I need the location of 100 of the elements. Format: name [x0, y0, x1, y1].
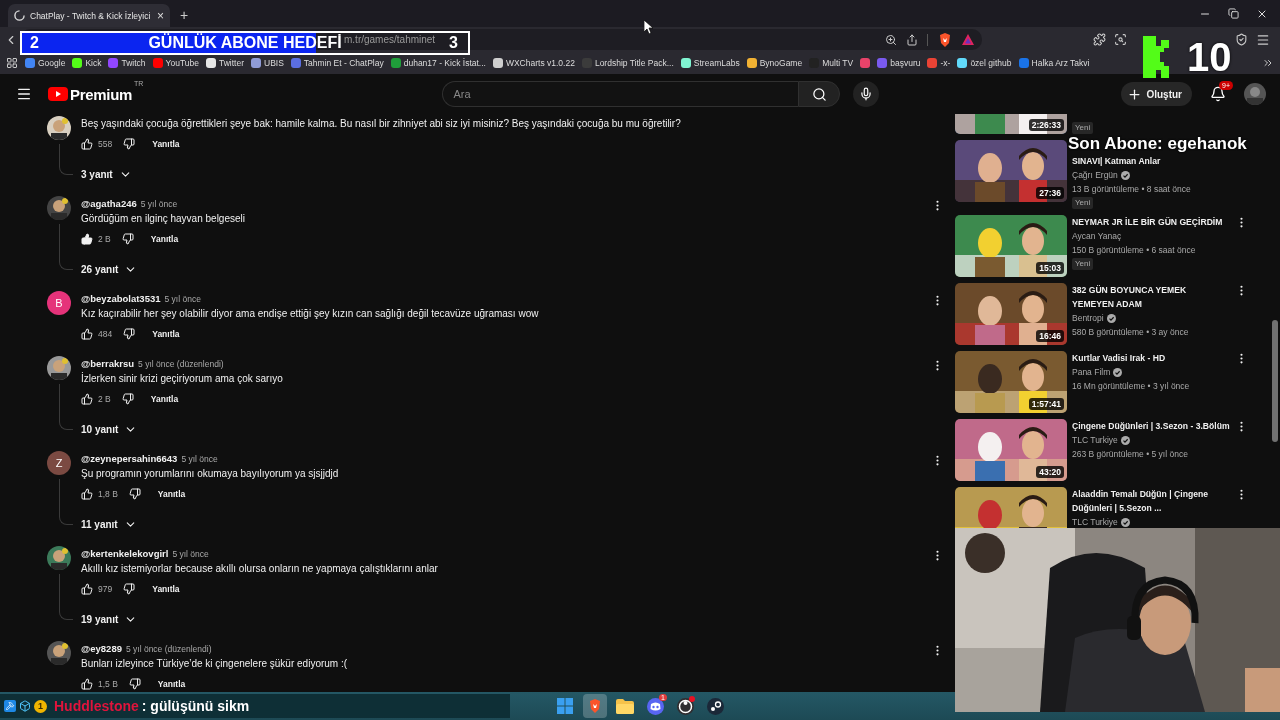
menu-icon[interactable] [16, 86, 32, 102]
video-title[interactable]: Alaaddin Temalı Düğün | Çingene Düğünleri | 5.Sezon ... [1072, 487, 1230, 515]
bookmark[interactable]: Google [25, 58, 66, 68]
replies-toggle[interactable]: 26 yanıt [81, 259, 138, 279]
reply-button[interactable]: Yanıtla [157, 679, 186, 689]
kick-count: 10 [1187, 37, 1232, 77]
bookmark[interactable] [860, 58, 871, 68]
plus-icon [1127, 86, 1143, 102]
reply-button[interactable]: Yanıtla [157, 489, 186, 499]
screen-search-icon[interactable] [1114, 33, 1127, 46]
share-icon[interactable] [906, 33, 918, 46]
like-count: 484 [98, 329, 113, 339]
like-count: 2 B [98, 394, 111, 404]
like-icon[interactable] [81, 393, 93, 405]
restore-icon[interactable] [1228, 7, 1239, 19]
comment-author[interactable]: @ey8289 [81, 643, 122, 654]
bookmark[interactable]: özel github [957, 58, 1012, 68]
comment-time: 5 yıl önce [181, 453, 218, 464]
like-icon[interactable] [81, 138, 93, 150]
dislike-icon[interactable] [128, 678, 141, 690]
replies-toggle[interactable]: 11 yanıt [81, 514, 137, 534]
comment-text: Bunları izleyince Türkiye’de ki çingenelere şükür ediyorum :( [81, 657, 349, 671]
dislike-icon[interactable] [123, 583, 136, 595]
bookmark[interactable]: Twitch [108, 58, 146, 68]
dislike-icon[interactable] [123, 138, 136, 150]
reply-button[interactable]: Yanıtla [150, 234, 179, 244]
more-bookmarks-icon[interactable] [1262, 57, 1274, 69]
video-title[interactable]: Çingene Düğünleri | 3.Sezon - 3.Bölüm [1072, 419, 1230, 433]
reply-button[interactable]: Yanıtla [150, 394, 179, 404]
new-tab-button[interactable]: + [180, 7, 189, 23]
bookmark[interactable]: YouTube [152, 58, 199, 68]
extensions-icon[interactable] [1093, 33, 1106, 46]
cursor-icon [644, 20, 654, 34]
bookmark[interactable]: duhan17 - Kick İstat... [390, 58, 486, 68]
bookmark[interactable]: Lordship Title Pack... [581, 58, 674, 68]
browser-tab[interactable]: ChatPlay - Twitch & Kick İzleyici × [8, 4, 170, 27]
channel-name[interactable]: Çağrı Ergün [1072, 168, 1118, 182]
chat-username: Huddlestone [54, 698, 139, 714]
comment-author[interactable]: @beyzabolat3531 [81, 293, 161, 304]
triangle-icon[interactable] [962, 34, 974, 45]
bookmark[interactable]: Tahmin Et - ChatPlay [290, 58, 384, 68]
chat-message: : gülüşünü sikm [141, 698, 250, 714]
user-avatar[interactable]: Z [47, 451, 71, 475]
channel-name[interactable]: TLC Turkiye [1072, 433, 1118, 447]
like-icon[interactable] [81, 678, 93, 690]
dislike-icon[interactable] [121, 233, 134, 245]
bookmark[interactable]: StreamLabs [680, 58, 740, 68]
user-avatar[interactable]: B [47, 291, 71, 315]
lion-shield-icon[interactable] [937, 31, 953, 48]
like-icon[interactable] [81, 233, 93, 245]
shield-icon[interactable] [1235, 33, 1248, 46]
comment-author[interactable]: @agatha246 [81, 198, 137, 209]
comment-text: Şu programın yorumlarını okumaya bayılıyorum ya sjsjjdjd [81, 467, 340, 481]
bookmark[interactable]: -x- [927, 58, 951, 68]
video-title[interactable]: 382 GÜN BOYUNCA YEMEK YEMEYEN ADAM [1072, 283, 1230, 311]
channel-name[interactable]: Aycan Yanaç [1072, 229, 1122, 243]
bookmark[interactable]: BynoGame [746, 58, 803, 68]
dislike-icon[interactable] [121, 393, 134, 405]
bookmark[interactable]: başvuru [877, 58, 921, 68]
video-title[interactable]: Kurtlar Vadisi Irak - HD [1072, 351, 1230, 365]
bookmark[interactable]: Twitter [206, 58, 244, 68]
comment-text: Beş yaşındaki çocuğa öğrettikleri şeye bak: hamile kalma. Bu nasıl bir zihniyet abi siz iyi misiniz? Beş yaşındaki çocuğa bu mu öğretilir? [81, 117, 682, 131]
dislike-icon[interactable] [123, 328, 136, 340]
microphone-button[interactable] [853, 81, 880, 107]
video-duration: 43:20 [1036, 466, 1064, 478]
replies-toggle[interactable]: 10 yanıt [81, 419, 138, 439]
bookmark[interactable]: UBIS [251, 58, 284, 68]
replies-toggle[interactable]: 19 yanıt [81, 609, 138, 629]
zoom-icon[interactable] [885, 33, 897, 46]
like-icon[interactable] [81, 488, 93, 500]
channel-name[interactable]: Bentropi [1072, 311, 1104, 325]
scrollbar[interactable] [1272, 320, 1278, 442]
bookmark[interactable]: WXCharts v1.0.22 [492, 58, 575, 68]
video-duration: 2:26:33 [1028, 119, 1064, 131]
reply-button[interactable]: Yanıtla [152, 329, 180, 339]
close-tab-button[interactable]: × [157, 8, 164, 23]
comment-time: 5 yıl önce [140, 198, 178, 209]
bookmark[interactable]: Kick [72, 58, 102, 68]
reply-button[interactable]: Yanıtla [152, 139, 180, 149]
replies-toggle[interactable]: 3 yanıt [81, 164, 132, 184]
video-title[interactable]: SINAVI| Katman Anlar [1072, 154, 1230, 168]
bookmark[interactable]: Halka Arz Takvi [1018, 58, 1090, 68]
comment-author[interactable]: @zeynepersahin6643 [81, 453, 178, 464]
like-icon[interactable] [81, 328, 93, 340]
channel-name[interactable]: TLC Turkiye [1072, 515, 1118, 529]
comment-author[interactable]: @kertenkelekovgirl [81, 548, 169, 559]
apps-icon[interactable] [6, 57, 18, 69]
create-button[interactable]: Oluştur [1121, 82, 1192, 106]
comment-author[interactable]: @berrakrsu [81, 358, 135, 369]
menu-icon[interactable] [1256, 32, 1270, 47]
video-title[interactable]: NEYMAR JR İLE BİR GÜN GEÇİRDİM [1072, 215, 1230, 229]
search-field[interactable]: Ara [442, 81, 799, 107]
reply-button[interactable]: Yanıtla [152, 584, 180, 594]
channel-name[interactable]: Pana Film [1072, 365, 1111, 379]
search-button[interactable] [798, 81, 841, 107]
like-icon[interactable] [81, 583, 93, 595]
comment-text: Gördüğüm en ilginç hayvan belgeseli [81, 212, 246, 226]
notifications-icon[interactable] [1210, 86, 1226, 102]
bookmark[interactable]: Multi TV [809, 58, 854, 68]
dislike-icon[interactable] [128, 488, 141, 500]
